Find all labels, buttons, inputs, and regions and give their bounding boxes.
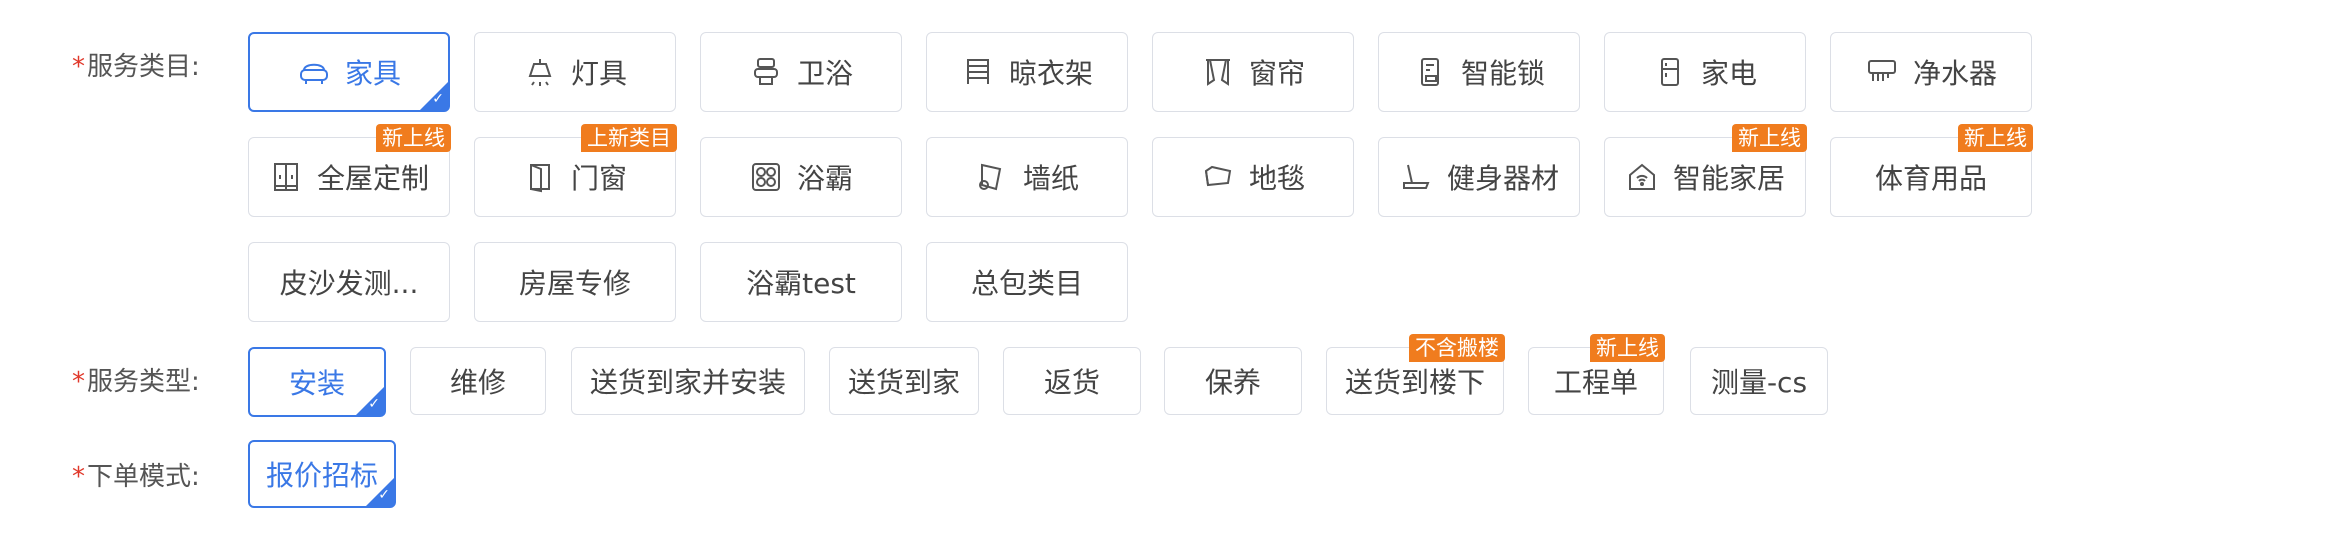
category-chip-sports[interactable]: 体育用品 新上线 — [1830, 124, 2033, 217]
service-type-deliver-home[interactable]: 送货到家 — [829, 347, 979, 415]
service-type-return[interactable]: 返货 — [1003, 347, 1141, 415]
service-type-deliver-and-install[interactable]: 送货到家并安装 — [571, 347, 805, 415]
service-type-maintenance[interactable]: 保养 — [1164, 347, 1302, 415]
category-chip-leather-sofa[interactable]: 皮沙发测... — [248, 242, 450, 322]
order-mode-label: *下单模式: — [72, 462, 200, 492]
category-chip-bath-heater-test[interactable]: 浴霸test — [700, 242, 902, 322]
category-chip-lamps[interactable]: 灯具 — [474, 32, 676, 112]
service-type-deliver-downstairs[interactable]: 送货到楼下 不含搬楼 — [1326, 334, 1505, 415]
category-chip-doors-windows[interactable]: 门窗 上新类目 — [474, 124, 677, 217]
carpet-icon — [1201, 160, 1235, 194]
category-chip-curtain[interactable]: 窗帘 — [1152, 32, 1354, 112]
smart-lock-icon — [1413, 55, 1447, 89]
category-chip-smart-home[interactable]: 智能家居 新上线 — [1604, 124, 1807, 217]
new-badge: 新上线 — [1732, 124, 1807, 152]
service-type-engineering-order[interactable]: 工程单 新上线 — [1528, 334, 1665, 415]
water-purifier-icon — [1865, 55, 1899, 89]
category-chip-wallpaper[interactable]: 墙纸 — [926, 137, 1128, 217]
appliance-icon — [1653, 55, 1687, 89]
no-carry-upstairs-badge: 不含搬楼 — [1409, 334, 1505, 362]
service-category-label: *服务类目: — [72, 52, 200, 82]
clothes-rack-icon — [961, 55, 995, 89]
sofa-icon — [297, 55, 331, 89]
order-mode-quote-bidding[interactable]: 报价招标 ✓ — [248, 440, 396, 508]
service-type-repair[interactable]: 维修 — [410, 347, 546, 415]
cabinet-icon — [269, 160, 303, 194]
bath-heater-icon — [749, 160, 783, 194]
new-badge: 新上线 — [1590, 334, 1665, 362]
curtain-icon — [1201, 55, 1235, 89]
category-chip-water-purifier[interactable]: 净水器 — [1830, 32, 2032, 112]
category-chip-bathroom[interactable]: 卫浴 — [700, 32, 902, 112]
service-type-measure[interactable]: 测量-cs — [1690, 347, 1828, 415]
category-chip-carpet[interactable]: 地毯 — [1152, 137, 1354, 217]
category-chip-appliance[interactable]: 家电 — [1604, 32, 1806, 112]
service-type-install[interactable]: 安装 ✓ — [248, 347, 386, 417]
toilet-icon — [749, 55, 783, 89]
treadmill-icon — [1399, 160, 1433, 194]
category-chip-furniture[interactable]: 家具 ✓ — [248, 32, 450, 112]
category-chip-general-contract[interactable]: 总包类目 — [926, 242, 1128, 322]
category-chip-bath-heater[interactable]: 浴霸 — [700, 137, 902, 217]
category-chip-clothes-rack[interactable]: 晾衣架 — [926, 32, 1128, 112]
wallpaper-icon — [975, 160, 1009, 194]
category-chip-whole-house-custom[interactable]: 全屋定制 新上线 — [248, 124, 451, 217]
new-badge: 新上线 — [376, 124, 451, 152]
new-category-badge: 上新类目 — [581, 124, 677, 152]
category-chip-fitness[interactable]: 健身器材 — [1378, 137, 1580, 217]
category-chip-smart-lock[interactable]: 智能锁 — [1378, 32, 1580, 112]
door-icon — [523, 160, 557, 194]
category-chip-house-renovation[interactable]: 房屋专修 — [474, 242, 676, 322]
smart-home-icon — [1625, 160, 1659, 194]
new-badge: 新上线 — [1958, 124, 2033, 152]
lamp-icon — [523, 55, 557, 89]
service-type-label: *服务类型: — [72, 367, 200, 397]
